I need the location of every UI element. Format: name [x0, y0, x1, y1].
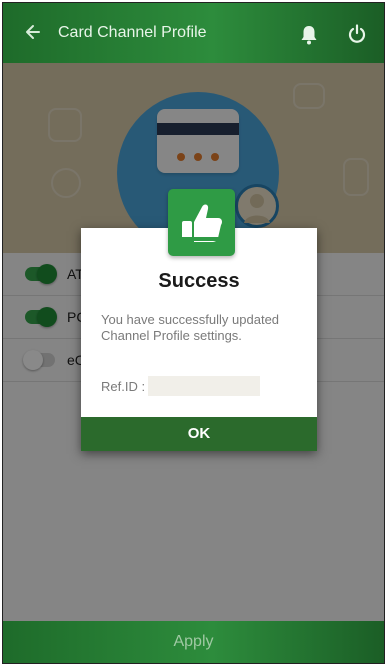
ref-id-value — [148, 376, 260, 396]
power-icon[interactable] — [347, 24, 367, 44]
thumbs-up-icon — [168, 189, 235, 256]
ok-button[interactable]: OK — [81, 417, 317, 451]
ref-id-label: Ref.ID : — [101, 379, 146, 394]
success-dialog: Success You have successfully updated Ch… — [81, 228, 317, 451]
dialog-message: You have successfully updated Channel Pr… — [101, 312, 280, 343]
bell-icon[interactable] — [300, 25, 318, 45]
arrow-left-icon[interactable] — [23, 22, 43, 42]
apply-bar[interactable]: Apply — [3, 621, 384, 663]
dialog-title: Success — [158, 270, 240, 292]
apply-button[interactable]: Apply — [3, 633, 384, 651]
page-title: Card Channel Profile — [58, 24, 207, 41]
app-screen: Card Channel Profile AT PC eC Apply Succ… — [2, 2, 385, 664]
app-header: Card Channel Profile — [3, 3, 384, 63]
